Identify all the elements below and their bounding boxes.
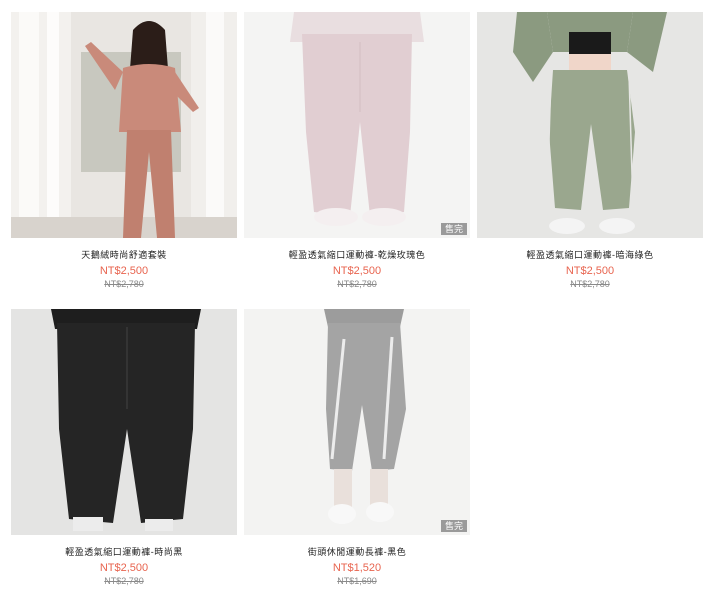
product-original-price: NT$2,780: [337, 279, 377, 289]
product-name[interactable]: 輕盈透氣縮口運動褲-暗海綠色: [477, 249, 703, 261]
product-image[interactable]: 售完: [244, 309, 470, 535]
product-card[interactable]: 售完 街頭休閒運動長褲-黑色 NT$1,520 NT$1,690: [244, 309, 470, 587]
product-original-price: NT$1,690: [337, 576, 377, 586]
product-price: NT$2,500: [565, 265, 615, 277]
product-card[interactable]: 售完 輕盈透氣縮口運動褲-乾燥玫瑰色 NT$2,500 NT$2,780: [244, 12, 470, 290]
product-name[interactable]: 街頭休閒運動長褲-黑色: [244, 546, 470, 558]
product-name[interactable]: 輕盈透氣縮口運動褲-時尚黑: [11, 546, 237, 558]
product-original-price: NT$2,780: [104, 576, 144, 586]
product-image[interactable]: [11, 309, 237, 535]
product-image[interactable]: [11, 12, 237, 238]
product-name[interactable]: 輕盈透氣縮口運動褲-乾燥玫瑰色: [244, 249, 470, 261]
sold-out-badge: 售完: [440, 223, 467, 235]
product-price: NT$1,520: [332, 562, 382, 574]
product-card[interactable]: 輕盈透氣縮口運動褲-時尚黑 NT$2,500 NT$2,780: [11, 309, 237, 587]
product-image[interactable]: [477, 12, 703, 238]
product-price: NT$2,500: [99, 562, 149, 574]
product-card[interactable]: 輕盈透氣縮口運動褲-暗海綠色 NT$2,500 NT$2,780: [477, 12, 703, 290]
product-image[interactable]: 售完: [244, 12, 470, 238]
product-card[interactable]: 天鵝絨時尚舒適套裝 NT$2,500 NT$2,780: [11, 12, 237, 290]
product-price: NT$2,500: [332, 265, 382, 277]
product-price: NT$2,500: [99, 265, 149, 277]
product-original-price: NT$2,780: [104, 279, 144, 289]
product-original-price: NT$2,780: [570, 279, 610, 289]
product-name[interactable]: 天鵝絨時尚舒適套裝: [11, 249, 237, 261]
sold-out-badge: 售完: [440, 520, 467, 532]
